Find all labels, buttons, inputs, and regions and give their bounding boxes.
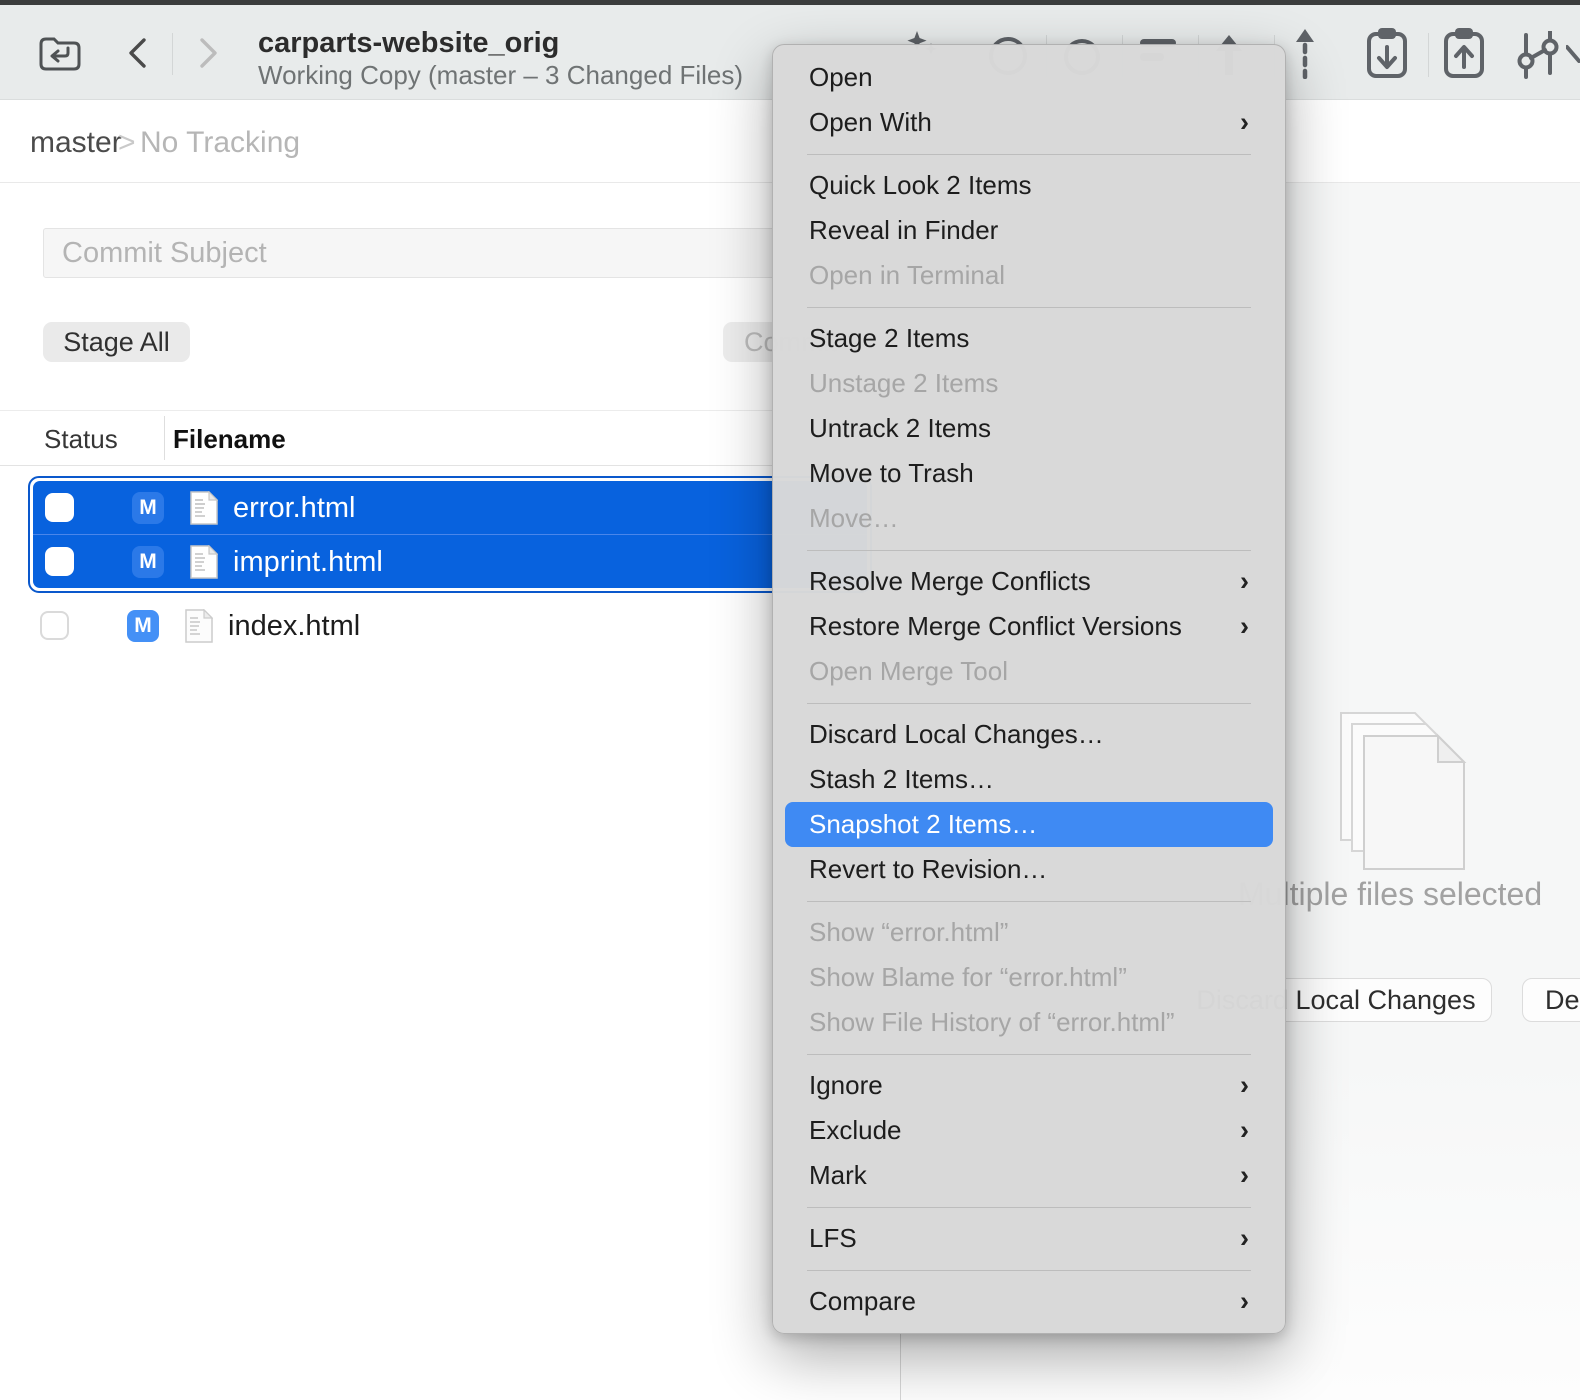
- window-top-edge: [0, 0, 1580, 5]
- menu-item-open-with[interactable]: Open With›: [773, 100, 1285, 145]
- menu-item-open-merge-tool: Open Merge Tool: [773, 649, 1285, 694]
- menu-item-show-blame: Show Blame for “error.html”: [773, 955, 1285, 1000]
- file-icon: [185, 609, 213, 643]
- menu-item-show-file-history: Show File History of “error.html”: [773, 1000, 1285, 1045]
- clipped-edge-icon[interactable]: [1566, 41, 1580, 63]
- status-badge-modified: M: [132, 492, 164, 524]
- file-icon: [190, 491, 218, 525]
- table-row-index-html[interactable]: M index.html: [28, 598, 872, 652]
- column-divider[interactable]: [164, 416, 165, 460]
- table-header: Status Filename: [0, 411, 900, 465]
- filename-label: index.html: [228, 610, 360, 643]
- submenu-chevron-icon: ›: [1240, 1279, 1249, 1324]
- menu-separator: [773, 145, 1285, 163]
- menu-separator: [773, 892, 1285, 910]
- multiple-files-icon: [1340, 712, 1472, 872]
- submenu-chevron-icon: ›: [1240, 1063, 1249, 1108]
- menu-item-open-in-terminal: Open in Terminal: [773, 253, 1285, 298]
- file-icon: [190, 545, 218, 579]
- table-header-bottom-border: [0, 465, 900, 466]
- menu-item-move: Move…: [773, 496, 1285, 541]
- filename-label: error.html: [233, 492, 355, 525]
- menu-item-compare[interactable]: Compare›: [773, 1279, 1285, 1324]
- menu-item-show-file: Show “error.html”: [773, 910, 1285, 955]
- forward-icon[interactable]: [198, 37, 220, 69]
- table-row-imprint-html[interactable]: M imprint.html: [33, 535, 867, 588]
- menu-item-untrack[interactable]: Untrack 2 Items: [773, 406, 1285, 451]
- page-subtitle: Working Copy (master – 3 Changed Files): [258, 60, 743, 91]
- status-badge-modified: M: [127, 610, 159, 642]
- menu-item-unstage: Unstage 2 Items: [773, 361, 1285, 406]
- menu-item-stash[interactable]: Stash 2 Items…: [773, 757, 1285, 802]
- menu-item-quick-look[interactable]: Quick Look 2 Items: [773, 163, 1285, 208]
- menu-item-discard-local-changes[interactable]: Discard Local Changes…: [773, 712, 1285, 757]
- stage-checkbox[interactable]: [40, 611, 69, 640]
- menu-item-reveal-in-finder[interactable]: Reveal in Finder: [773, 208, 1285, 253]
- menu-item-resolve-merge-conflicts[interactable]: Resolve Merge Conflicts›: [773, 559, 1285, 604]
- menu-item-stage[interactable]: Stage 2 Items: [773, 316, 1285, 361]
- breadcrumb-chevron-icon: >: [118, 126, 136, 160]
- menu-separator: [773, 541, 1285, 559]
- stage-checkbox[interactable]: [45, 493, 74, 522]
- menu-item-revert-to-revision[interactable]: Revert to Revision…: [773, 847, 1285, 892]
- submenu-chevron-icon: ›: [1240, 1216, 1249, 1261]
- force-push-icon[interactable]: [1295, 27, 1315, 79]
- status-badge-modified: M: [132, 546, 164, 578]
- menu-separator: [773, 1198, 1285, 1216]
- selected-rows-group: M error.html M: [28, 476, 872, 593]
- menu-separator: [773, 1045, 1285, 1063]
- table-row-error-html[interactable]: M error.html: [33, 481, 867, 534]
- apply-stash-icon[interactable]: [1443, 25, 1485, 79]
- submenu-chevron-icon: ›: [1240, 559, 1249, 604]
- menu-item-restore-merge-conflict-versions[interactable]: Restore Merge Conflict Versions›: [773, 604, 1285, 649]
- menu-item-lfs[interactable]: LFS›: [773, 1216, 1285, 1261]
- submenu-chevron-icon: ›: [1240, 1108, 1249, 1153]
- menu-item-open[interactable]: Open: [773, 55, 1285, 100]
- context-menu: Open Open With› Quick Look 2 Items Revea…: [772, 44, 1286, 1334]
- toolbar-separator: [1428, 33, 1429, 77]
- toolbar-separator: [172, 33, 173, 75]
- page-title: carparts-website_orig: [258, 27, 559, 60]
- menu-separator: [773, 694, 1285, 712]
- delete-button[interactable]: Delete: [1522, 978, 1580, 1022]
- menu-item-snapshot[interactable]: Snapshot 2 Items…: [785, 802, 1273, 847]
- filename-label: imprint.html: [233, 546, 383, 579]
- menu-separator: [773, 1261, 1285, 1279]
- column-header-status[interactable]: Status: [44, 424, 118, 455]
- menu-item-ignore[interactable]: Ignore›: [773, 1063, 1285, 1108]
- compare-branches-icon[interactable]: [1516, 31, 1560, 79]
- breadcrumb-branch[interactable]: master: [30, 126, 122, 160]
- menu-item-mark[interactable]: Mark›: [773, 1153, 1285, 1198]
- stage-all-button[interactable]: Stage All: [43, 322, 190, 362]
- menu-separator: [773, 298, 1285, 316]
- menu-item-exclude[interactable]: Exclude›: [773, 1108, 1285, 1153]
- breadcrumb-tracking: No Tracking: [140, 126, 300, 160]
- commit-subject-input[interactable]: [43, 228, 839, 278]
- submenu-chevron-icon: ›: [1240, 1153, 1249, 1198]
- menu-item-move-to-trash[interactable]: Move to Trash: [773, 451, 1285, 496]
- staging-pane: Stage All Commit Status Filename M: [0, 182, 900, 1400]
- submenu-chevron-icon: ›: [1240, 100, 1249, 145]
- stage-checkbox[interactable]: [45, 547, 74, 576]
- stash-icon[interactable]: [1366, 25, 1408, 79]
- back-icon[interactable]: [126, 37, 148, 69]
- column-header-filename[interactable]: Filename: [173, 424, 286, 455]
- working-copy-icon[interactable]: [38, 35, 82, 73]
- submenu-chevron-icon: ›: [1240, 604, 1249, 649]
